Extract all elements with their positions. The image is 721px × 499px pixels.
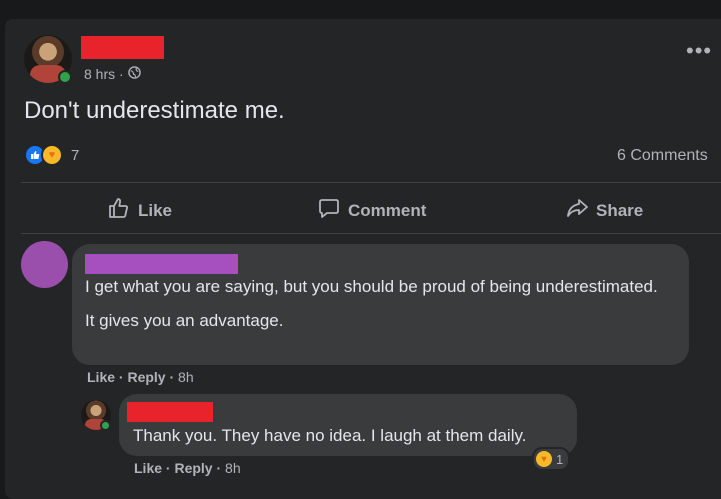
comment-line-2: It gives you an advantage. xyxy=(85,311,284,330)
comment-text: I get what you are saying, but you shoul… xyxy=(85,275,675,333)
share-arrow-icon xyxy=(566,197,588,224)
commenter-name-redacted[interactable] xyxy=(85,254,238,274)
reply-actions: Like · Reply · 8h xyxy=(134,460,241,476)
post-text: Don't underestimate me. xyxy=(24,97,285,124)
online-status-dot xyxy=(58,70,72,84)
divider-bottom xyxy=(21,233,721,234)
reactions-summary[interactable]: ♥ 7 xyxy=(24,144,79,166)
post-time[interactable]: 8 hrs · xyxy=(84,66,124,82)
care-reaction-icon: ♥ xyxy=(536,451,552,467)
like-button[interactable]: Like xyxy=(108,197,172,224)
comment-like-link[interactable]: Like xyxy=(87,369,115,385)
comments-count[interactable]: 6 Comments xyxy=(617,147,708,165)
globe-icon xyxy=(127,66,141,82)
reply-like-link[interactable]: Like xyxy=(134,460,162,476)
share-button-label: Share xyxy=(596,200,644,220)
comment-button[interactable]: Comment xyxy=(318,197,426,224)
commenter-avatar[interactable] xyxy=(21,241,68,288)
comment-actions: Like · Reply · 8h xyxy=(87,369,194,385)
share-button[interactable]: Share xyxy=(566,197,643,224)
care-reaction-icon: ♥ xyxy=(41,144,63,166)
reply-reply-link[interactable]: Reply xyxy=(174,460,212,476)
reply-reaction-count: 1 xyxy=(556,451,564,467)
reaction-count: 7 xyxy=(71,146,80,164)
post-meta: 8 hrs · xyxy=(84,66,141,82)
comment-reply-link[interactable]: Reply xyxy=(127,369,165,385)
comment-line-1: I get what you are saying, but you shoul… xyxy=(85,277,658,296)
reply-reaction-chip[interactable]: ♥ 1 xyxy=(532,447,571,471)
like-button-label: Like xyxy=(138,200,173,220)
author-name-redacted[interactable] xyxy=(81,36,164,59)
comment-bubble-icon xyxy=(318,197,340,224)
comment-button-label: Comment xyxy=(348,200,427,220)
comment-time[interactable]: 8h xyxy=(178,369,194,385)
reply-text: Thank you. They have no idea. I laugh at… xyxy=(133,426,527,445)
reply-author-redacted[interactable] xyxy=(127,402,213,422)
reply-time[interactable]: 8h xyxy=(225,460,241,476)
divider-top xyxy=(21,182,721,183)
more-options-icon[interactable]: ••• xyxy=(686,38,712,64)
reply-online-dot xyxy=(100,420,111,431)
thumbs-up-icon xyxy=(108,197,130,224)
